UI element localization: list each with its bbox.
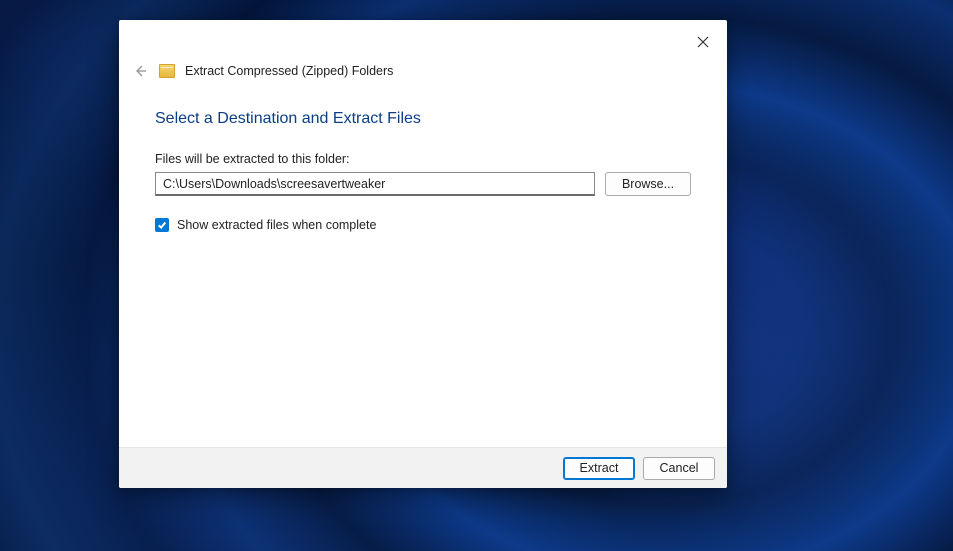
header-row: Extract Compressed (Zipped) Folders bbox=[119, 62, 727, 88]
destination-path-input[interactable] bbox=[155, 172, 595, 196]
back-button[interactable] bbox=[131, 62, 149, 80]
path-label: Files will be extracted to this folder: bbox=[155, 152, 691, 166]
cancel-button[interactable]: Cancel bbox=[643, 457, 715, 480]
browse-button[interactable]: Browse... bbox=[605, 172, 691, 196]
zip-folder-icon bbox=[159, 64, 175, 78]
content-area: Select a Destination and Extract Files F… bbox=[119, 88, 727, 447]
show-files-checkbox[interactable] bbox=[155, 218, 169, 232]
close-icon bbox=[697, 36, 709, 48]
close-button[interactable] bbox=[691, 30, 715, 54]
checkmark-icon bbox=[157, 220, 167, 230]
arrow-left-icon bbox=[132, 63, 148, 79]
path-input-row: Browse... bbox=[155, 172, 691, 196]
extract-wizard-dialog: Extract Compressed (Zipped) Folders Sele… bbox=[119, 20, 727, 488]
dialog-title: Extract Compressed (Zipped) Folders bbox=[185, 64, 393, 78]
extract-button[interactable]: Extract bbox=[563, 457, 635, 480]
title-bar bbox=[119, 20, 727, 62]
dialog-footer: Extract Cancel bbox=[119, 448, 727, 488]
show-files-checkbox-row: Show extracted files when complete bbox=[155, 218, 691, 232]
page-heading: Select a Destination and Extract Files bbox=[155, 110, 691, 128]
show-files-checkbox-label[interactable]: Show extracted files when complete bbox=[177, 218, 376, 232]
